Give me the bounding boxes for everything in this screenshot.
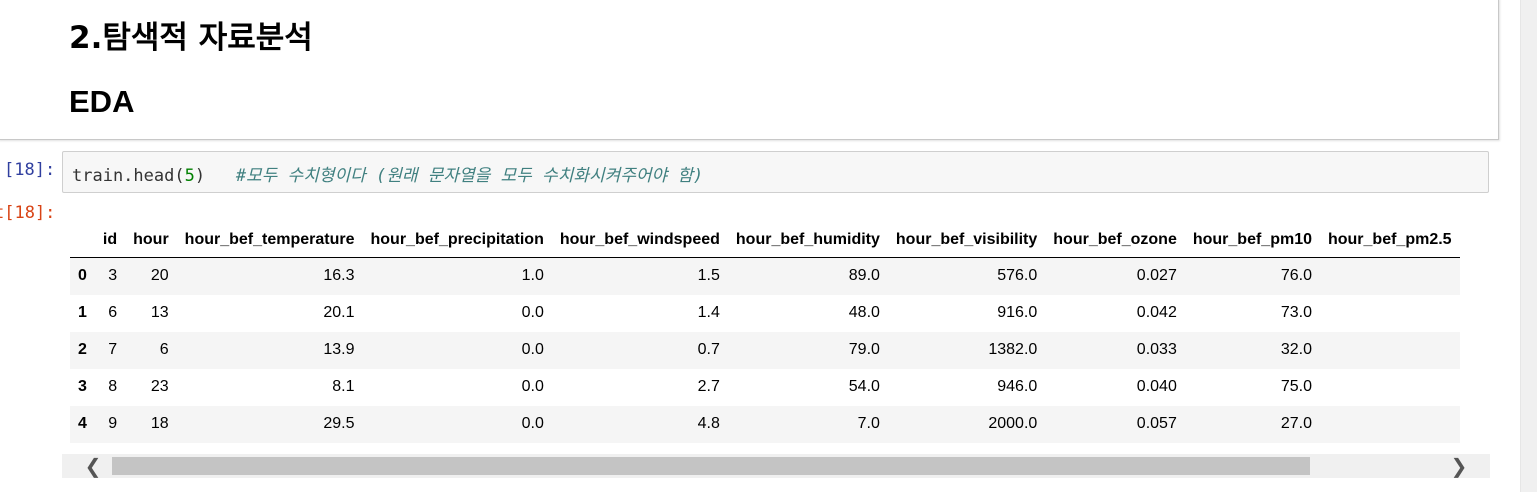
table-row: 2 7 6 13.9 0.0 0.7 79.0 1382.0 0.033 32.0	[70, 331, 1460, 369]
table-cell: 29.5	[323, 415, 355, 432]
table-cell: 0.057	[1136, 415, 1177, 432]
table-cell	[1320, 369, 1460, 406]
table-cell	[1320, 406, 1460, 443]
input-prompt: [18]:	[4, 160, 56, 180]
table-cell: 0.0	[521, 304, 544, 321]
row-index: 1	[78, 304, 87, 321]
table-cell: 0.0	[521, 415, 544, 432]
table-row: 4 9 18 29.5 0.0 4.8 7.0 2000.0 0.057 27.0	[70, 405, 1460, 443]
table-cell: 0.7	[697, 341, 720, 358]
table-cell: 16.3	[323, 267, 355, 285]
table-cell: 1.0	[521, 267, 544, 285]
column-header: hour_bef_windspeed	[551, 222, 728, 258]
table-cell: 54.0	[848, 378, 880, 395]
table-cell: 8.1	[332, 378, 355, 395]
table-cell: 946.0	[997, 378, 1038, 395]
table-body: 0 3 20 16.3 1.0 1.5 89.0 576.0 0.027 76.0 1 6 13 20.1…	[70, 257, 1460, 443]
table-cell: 8	[108, 378, 118, 395]
table-cell: 75.0	[1280, 378, 1312, 395]
row-index: 4	[78, 415, 87, 432]
section-heading: 2.탐색적 자료분석	[69, 20, 313, 56]
scroll-left-icon[interactable]: ❮	[78, 454, 108, 478]
dataframe-table: id hour hour_bef_temperature hour_bef_preci…	[70, 222, 1460, 443]
markdown-cell[interactable]: 2.탐색적 자료분석 EDA	[0, 0, 1499, 140]
column-header: hour_bef_visibility	[887, 222, 1046, 258]
table-row: 1 6 13 20.1 0.0 1.4 48.0 916.0 0.042 73.0	[70, 294, 1460, 332]
code-input-area[interactable]: train.head(5) #모두 수치형이다 (원래 문자열을 모두 수치화시…	[62, 151, 1489, 193]
table-header-row: id hour hour_bef_temperature hour_bef_preci…	[70, 222, 1460, 258]
table-cell	[1320, 295, 1460, 332]
vertical-scrollbar[interactable]	[1520, 0, 1537, 492]
table-cell: 32.0	[1280, 341, 1312, 358]
table-cell: 2000.0	[988, 415, 1038, 432]
table-cell: 73.0	[1280, 304, 1312, 321]
dataframe-output: id hour hour_bef_temperature hour_bef_preci…	[70, 222, 1490, 448]
table-cell: 0.027	[1136, 267, 1177, 285]
code-comment: #모두 수치형이다 (원래 문자열을 모두 수치화시켜주어야 함)	[235, 166, 704, 186]
column-header: hour_bef_temperature	[176, 222, 363, 258]
horizontal-scrollbar[interactable]: ❮ ❯	[62, 454, 1490, 478]
table-cell: 7	[108, 341, 118, 358]
table-cell: 4.8	[697, 415, 720, 432]
table-cell: 20	[150, 267, 169, 285]
index-header	[70, 222, 95, 258]
column-header: hour	[125, 222, 177, 258]
code-line: train.head(5) #모두 수치형이다 (원래 문자열을 모두 수치화시…	[72, 161, 703, 186]
table-cell: 3	[108, 267, 118, 285]
table-cell	[1320, 332, 1460, 369]
row-index: 3	[78, 378, 87, 395]
table-cell: 27.0	[1280, 415, 1312, 432]
table-cell: 13.9	[323, 341, 355, 358]
table-cell: 1.5	[697, 267, 720, 285]
code-call-close: )	[194, 166, 206, 186]
table-row: 0 3 20 16.3 1.0 1.5 89.0 576.0 0.027 76.0	[70, 257, 1460, 295]
table-cell: 6	[159, 341, 169, 358]
table-cell: 13	[150, 304, 169, 321]
subsection-heading: EDA	[69, 84, 135, 119]
table-cell: 0.0	[521, 341, 544, 358]
table-cell: 576.0	[997, 267, 1038, 285]
table-cell: 0.042	[1136, 304, 1177, 321]
code-number: 5	[184, 166, 195, 186]
table-cell: 9	[108, 415, 118, 432]
table-cell	[1320, 258, 1460, 295]
table-cell: 18	[150, 415, 169, 432]
table-cell: 23	[150, 378, 169, 395]
table-row: 3 8 23 8.1 0.0 2.7 54.0 946.0 0.040 75.0	[70, 368, 1460, 406]
table-cell: 1.4	[697, 304, 720, 321]
column-header: hour_bef_ozone	[1045, 222, 1185, 258]
row-index: 2	[78, 341, 87, 358]
column-header: hour_bef_pm2.5	[1319, 222, 1460, 258]
row-index: 0	[78, 267, 87, 285]
column-header: hour_bef_precipitation	[362, 222, 552, 258]
column-header: hour_bef_pm10	[1184, 222, 1320, 258]
table-cell: 916.0	[997, 304, 1038, 321]
notebook-page: 2.탐색적 자료분석 EDA [18]: train.head(5) #모두 수…	[0, 0, 1537, 492]
table-cell: 89.0	[848, 267, 880, 285]
table-cell: 0.033	[1136, 341, 1177, 358]
column-header: id	[94, 222, 126, 258]
table-cell: 7.0	[857, 415, 880, 432]
table-cell: 0.0	[521, 378, 544, 395]
column-header: hour_bef_humidity	[727, 222, 888, 258]
table-cell: 6	[108, 304, 118, 321]
output-prompt: t[18]:	[0, 203, 56, 223]
table-cell: 20.1	[323, 304, 355, 321]
scroll-right-icon[interactable]: ❯	[1444, 454, 1474, 478]
code-call: train.head(	[72, 166, 185, 186]
table-cell: 48.0	[848, 304, 880, 321]
table-cell: 76.0	[1280, 267, 1312, 285]
table-cell: 79.0	[848, 341, 880, 358]
table-cell: 0.040	[1136, 378, 1177, 395]
table-cell: 2.7	[697, 378, 720, 395]
scrollbar-thumb[interactable]	[112, 457, 1310, 475]
table-cell: 1382.0	[988, 341, 1038, 358]
